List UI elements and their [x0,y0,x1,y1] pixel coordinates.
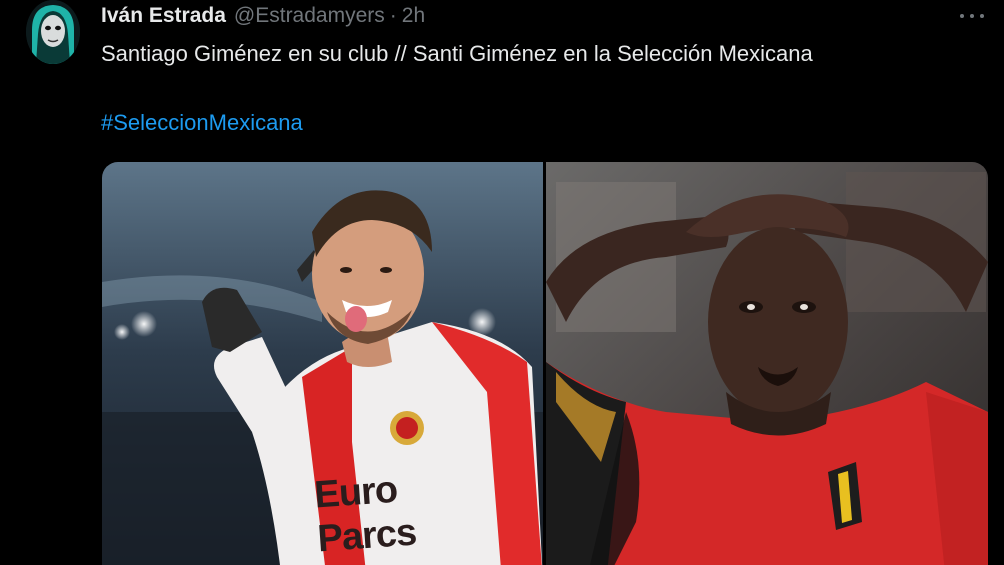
masked-face-avatar-icon [26,0,80,64]
timestamp[interactable]: 2h [402,4,425,28]
separator-dot: · [389,4,397,27]
avatar[interactable] [26,0,80,64]
shirt-sponsor-text: Euro Parcs [313,467,417,562]
photo-club[interactable]: Euro Parcs [102,162,543,565]
sponsor-line-1: Euro [313,468,399,517]
display-name[interactable]: Iván Estrada [101,4,226,28]
sponsor-line-2: Parcs [316,511,418,561]
tweet-header: Iván Estrada @Estradamyers · 2h [101,4,425,30]
user-handle[interactable]: @Estradamyers [234,4,385,28]
photo-national-team[interactable] [546,162,988,565]
dot [960,14,964,18]
dot [970,14,974,18]
tweet[interactable]: Iván Estrada @Estradamyers · 2h Santiago… [0,0,1004,565]
hashtag-link[interactable]: #SeleccionMexicana [101,110,303,136]
media-grid[interactable]: Euro Parcs [102,162,988,565]
dot [980,14,984,18]
player-national-image [546,162,988,565]
tweet-text: Santiago Giménez en su club // Santi Gim… [101,41,813,66]
more-options-icon[interactable] [956,6,988,26]
